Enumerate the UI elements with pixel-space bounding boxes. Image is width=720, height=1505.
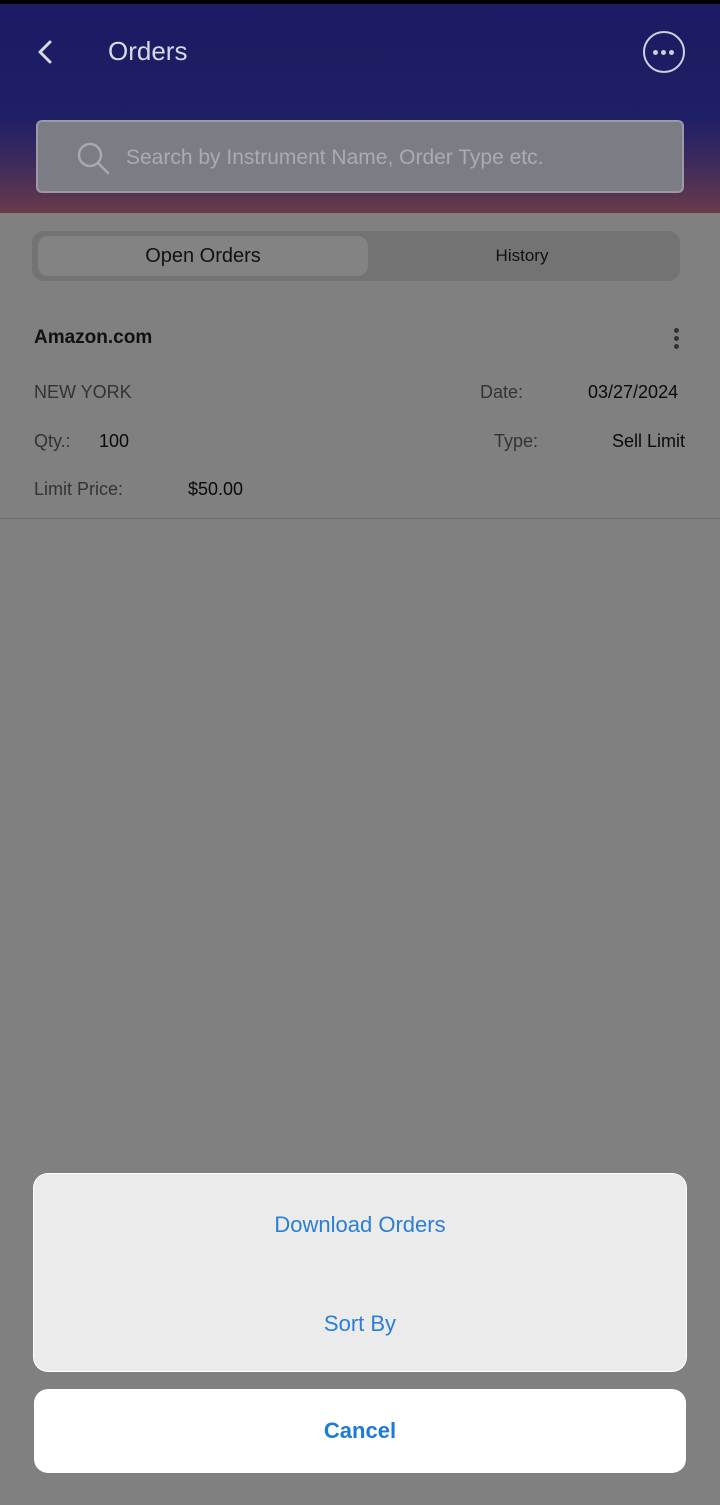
action-sheet: Download Orders Sort By: [34, 1174, 686, 1371]
exchange-label: NEW YORK: [34, 382, 132, 402]
cancel-button[interactable]: Cancel: [34, 1389, 686, 1473]
search-placeholder: Search by Instrument Name, Order Type et…: [126, 146, 544, 169]
download-orders-button[interactable]: Download Orders: [34, 1212, 686, 1238]
date-label: Date:: [480, 382, 524, 402]
app-header: Orders Search by Instrument Name, Order …: [0, 0, 720, 213]
type-label: Type:: [494, 431, 539, 451]
qty-label: Qty.:: [34, 431, 71, 451]
order-card[interactable]: Amazon.com NEW YORK Date: 03/27/2024 Qty…: [0, 310, 720, 519]
limit-price-label: Limit Price:: [34, 479, 124, 499]
order-tabs: Open Orders History: [32, 231, 680, 281]
search-icon: [77, 142, 110, 175]
status-bar: [0, 0, 720, 4]
type-value: Sell Limit: [612, 431, 686, 451]
kebab-menu-icon[interactable]: [674, 328, 682, 352]
tab-open-orders[interactable]: Open Orders: [38, 236, 368, 276]
sort-by-button[interactable]: Sort By: [34, 1311, 686, 1337]
back-icon[interactable]: [30, 34, 62, 70]
date-value: 03/27/2024: [588, 382, 679, 402]
qty-value: 100: [99, 431, 130, 451]
tab-history[interactable]: History: [372, 236, 672, 276]
more-options-icon[interactable]: [643, 31, 685, 73]
limit-price-value: $50.00: [188, 479, 244, 499]
search-input[interactable]: Search by Instrument Name, Order Type et…: [36, 120, 684, 193]
tab-label: Open Orders: [145, 245, 261, 267]
instrument-name: Amazon.com: [34, 327, 153, 348]
page-title: Orders: [108, 36, 188, 66]
